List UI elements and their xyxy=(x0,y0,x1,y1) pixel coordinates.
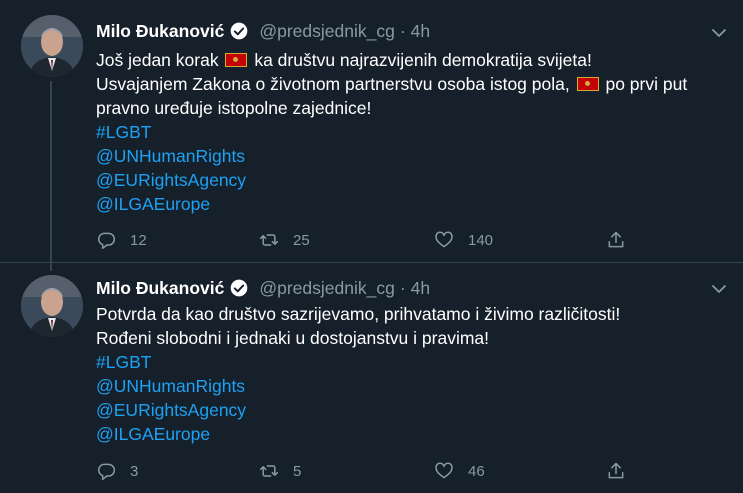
tweet-text-segment: Usvajanjem Zakona o životnom partnerstvu… xyxy=(96,74,570,94)
share-icon xyxy=(608,231,624,248)
author-handle[interactable]: @predsjednik_cg xyxy=(259,21,394,42)
author-handle[interactable]: @predsjednik_cg xyxy=(259,278,394,299)
mention-link[interactable]: @EURightsAgency xyxy=(96,398,736,422)
avatar[interactable] xyxy=(21,15,83,77)
retweet-icon xyxy=(259,234,279,246)
hashtag-link[interactable]: #LGBT xyxy=(96,350,736,374)
reply-icon xyxy=(98,232,116,250)
reply-icon xyxy=(98,463,116,481)
tweet-text-segment: Rođeni slobodni i jednaki u dostojanstvu… xyxy=(96,328,490,348)
tweet-text-segment: po prvi put xyxy=(605,74,688,94)
like-button[interactable]: 46 xyxy=(434,460,485,482)
heart-icon xyxy=(435,462,453,479)
share-icon xyxy=(608,462,624,479)
avatar-photo xyxy=(21,275,83,337)
tweet-text-segment: ka društvu najrazvijenih demokratija svi… xyxy=(254,50,592,70)
tweet-text-segment: Potvrda da kao društvo sazrijevamo, prih… xyxy=(96,304,621,324)
chevron-down-icon[interactable] xyxy=(709,279,729,299)
retweet-count: 5 xyxy=(293,462,302,480)
verified-badge-icon xyxy=(229,278,249,298)
montenegro-flag-icon xyxy=(576,77,599,91)
reply-button[interactable]: 12 xyxy=(96,229,147,251)
tweet-text: Još jedan korak ka društvu najrazvijenih… xyxy=(96,48,736,216)
retweet-button[interactable]: 25 xyxy=(259,229,310,251)
author-name[interactable]: Milo Đukanović xyxy=(96,278,224,299)
like-count: 140 xyxy=(468,231,494,249)
tweet[interactable]: Milo Đukanović @predsjednik_cg · 4h Potv… xyxy=(0,262,743,493)
timestamp[interactable]: 4h xyxy=(411,278,430,299)
verified-badge-icon xyxy=(229,21,249,41)
like-count: 46 xyxy=(468,462,485,480)
reply-count: 12 xyxy=(130,231,147,249)
avatar-photo xyxy=(21,15,83,77)
heart-icon xyxy=(435,231,453,248)
avatar[interactable] xyxy=(21,275,83,337)
chevron-down-icon[interactable] xyxy=(709,23,729,43)
mention-link[interactable]: @ILGAEurope xyxy=(96,192,736,216)
tweet[interactable]: Milo Đukanović @predsjednik_cg · 4h Još … xyxy=(0,0,743,271)
timestamp[interactable]: 4h xyxy=(411,21,430,42)
mention-link[interactable]: @EURightsAgency xyxy=(96,168,736,192)
thread-line xyxy=(50,81,52,271)
retweet-count: 25 xyxy=(293,231,310,249)
like-button[interactable]: 140 xyxy=(434,229,493,251)
tweet-actions: 3 5 46 xyxy=(96,460,696,482)
reply-button[interactable]: 3 xyxy=(96,460,138,482)
mention-link[interactable]: @ILGAEurope xyxy=(96,422,736,446)
tweet-text-segment: Još jedan korak xyxy=(96,50,219,70)
tweet-header: Milo Đukanović @predsjednik_cg · 4h xyxy=(96,19,430,43)
mention-link[interactable]: @UNHumanRights xyxy=(96,374,736,398)
separator: · xyxy=(399,20,406,41)
author-name[interactable]: Milo Đukanović xyxy=(96,21,224,42)
share-button[interactable] xyxy=(606,229,626,251)
mention-link[interactable]: @UNHumanRights xyxy=(96,144,736,168)
hashtag-link[interactable]: #LGBT xyxy=(96,120,736,144)
tweet-text-segment: pravno uređuje istopolne zajednice! xyxy=(96,98,372,118)
separator: · xyxy=(399,277,406,298)
retweet-icon xyxy=(259,465,279,477)
tweet-header: Milo Đukanović @predsjednik_cg · 4h xyxy=(96,276,430,300)
montenegro-flag-icon xyxy=(225,53,248,67)
retweet-button[interactable]: 5 xyxy=(259,460,301,482)
tweet-text: Potvrda da kao društvo sazrijevamo, prih… xyxy=(96,302,736,446)
tweet-actions: 12 25 140 xyxy=(96,229,696,251)
share-button[interactable] xyxy=(606,460,626,482)
reply-count: 3 xyxy=(130,462,139,480)
